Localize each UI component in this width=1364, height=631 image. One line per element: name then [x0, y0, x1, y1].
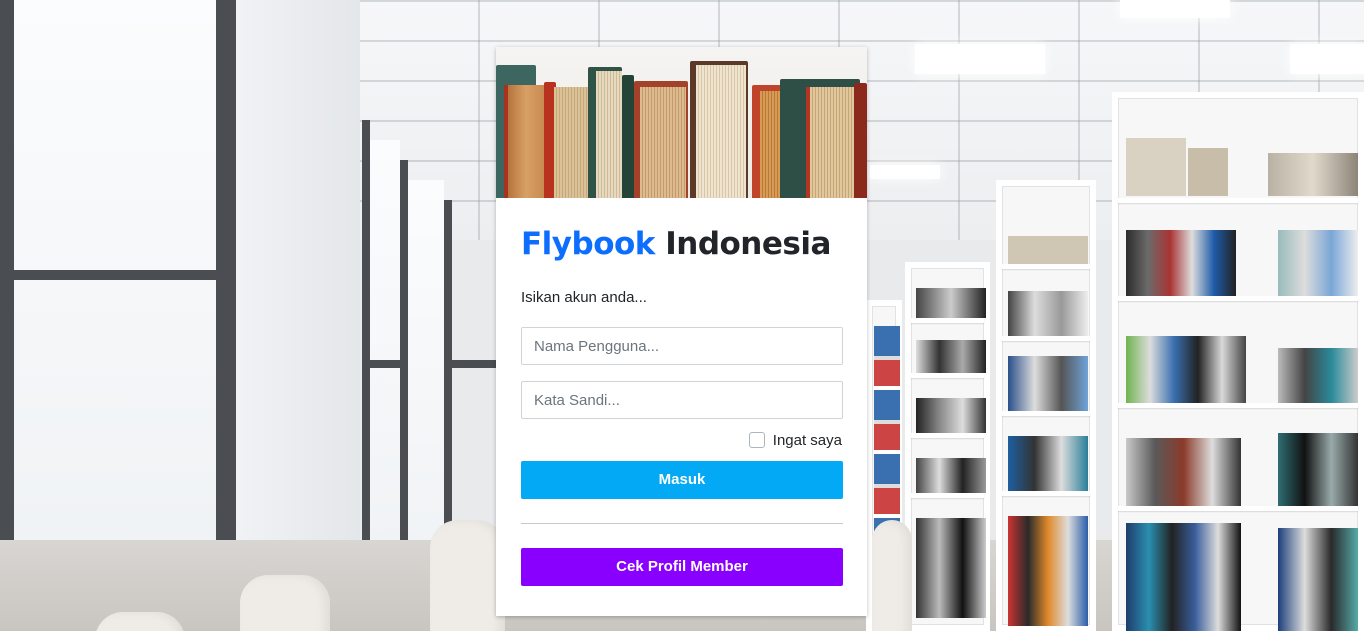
remember-checkbox[interactable] — [748, 432, 765, 448]
username-input[interactable] — [521, 327, 843, 365]
divider — [521, 523, 843, 524]
login-button[interactable]: Masuk — [521, 461, 843, 499]
check-member-profile-button[interactable]: Cek Profil Member — [521, 548, 843, 586]
brand-country: Indonesia — [665, 226, 831, 262]
chair — [430, 520, 505, 631]
bookshelf — [1112, 92, 1364, 631]
bookshelf — [905, 262, 990, 631]
ceiling-light — [915, 44, 1045, 74]
ceiling-light — [1290, 44, 1364, 74]
login-form: Flybook Indonesia Isikan akun anda... In… — [496, 198, 867, 586]
ceiling-light — [1120, 0, 1230, 18]
chair — [872, 520, 912, 631]
page-title: Flybook Indonesia — [521, 226, 842, 262]
bookshelf — [996, 180, 1096, 631]
password-input[interactable] — [521, 381, 843, 419]
brand-name: Flybook — [521, 226, 655, 262]
remember-me[interactable]: Ingat saya — [521, 431, 842, 449]
books-hero-image — [496, 47, 867, 198]
ceiling-light — [870, 165, 940, 179]
form-instruction: Isikan akun anda... — [521, 289, 647, 306]
window-wall — [0, 0, 496, 631]
remember-label: Ingat saya — [772, 431, 842, 449]
chair — [240, 575, 330, 631]
login-card: Flybook Indonesia Isikan akun anda... In… — [496, 47, 867, 616]
